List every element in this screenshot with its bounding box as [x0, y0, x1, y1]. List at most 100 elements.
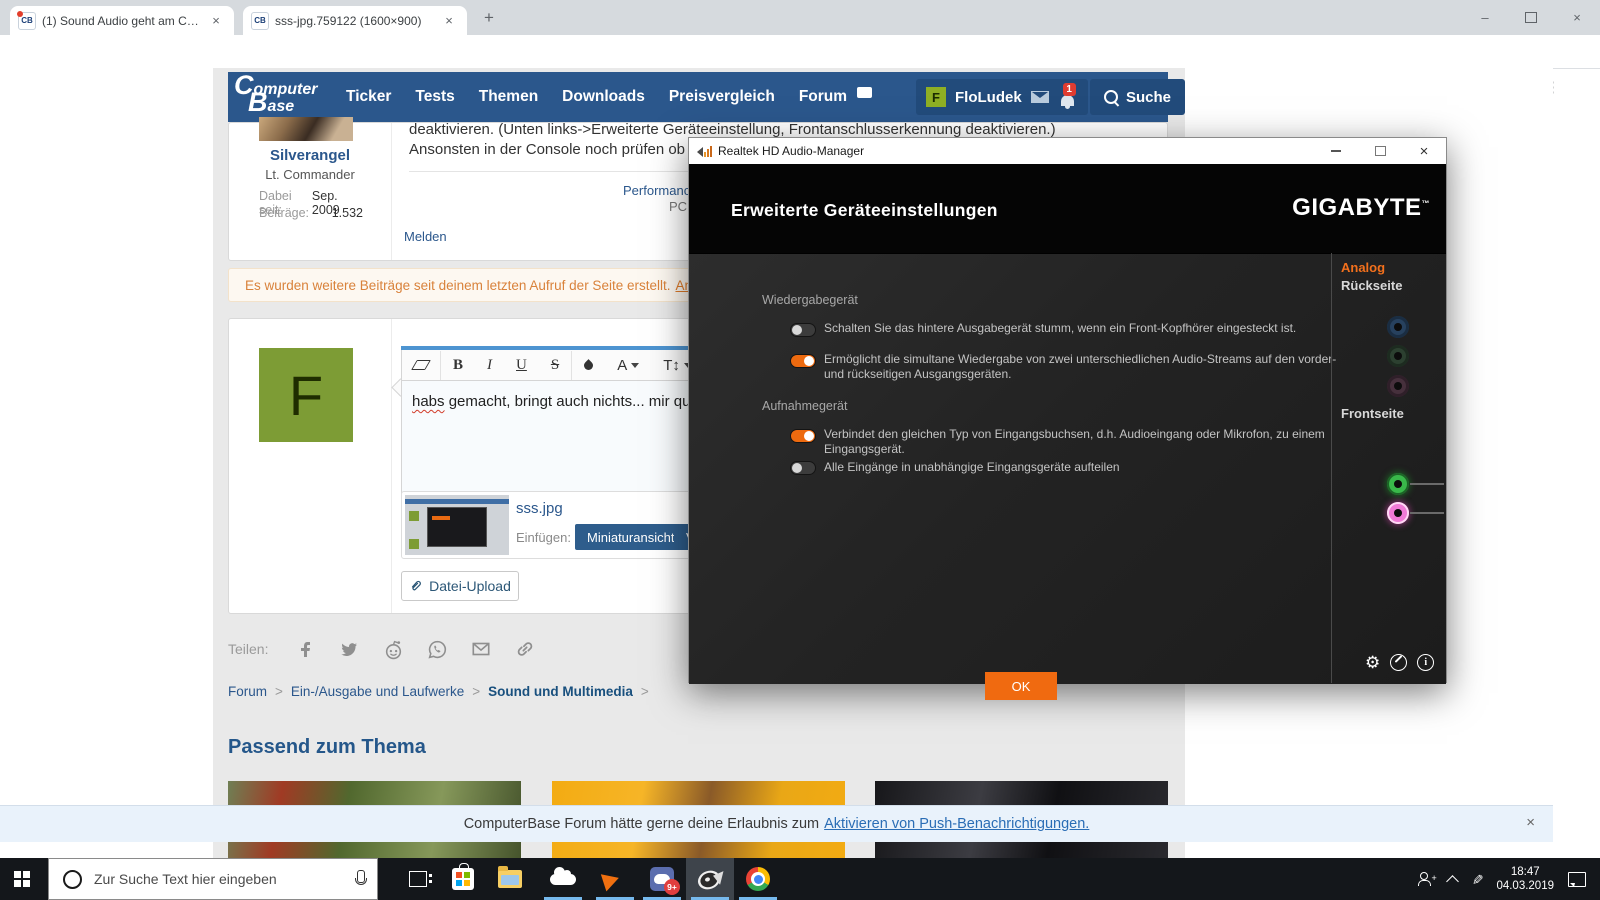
facebook-icon[interactable] — [294, 638, 316, 660]
taskbar-clock[interactable]: 18:47 04.03.2019 — [1496, 865, 1554, 893]
tray-chevron-up-icon[interactable] — [1445, 874, 1459, 888]
breadcrumb: Forum > Ein-/Ausgabe und Laufwerke > Sou… — [228, 684, 649, 699]
merge-inputs-toggle[interactable] — [790, 429, 816, 443]
speaker-app-icon — [697, 145, 712, 158]
tab-close-icon[interactable]: × — [441, 13, 457, 28]
rear-mic-jack-icon[interactable] — [1387, 375, 1409, 397]
computerbase-logo[interactable]: Computer Base — [234, 70, 318, 117]
mute-rear-toggle[interactable] — [790, 323, 816, 337]
post-text-line1: deaktivieren. (Unten links->Erweiterte G… — [409, 121, 1056, 138]
remove-format-button[interactable] — [402, 360, 440, 370]
start-button[interactable] — [14, 871, 30, 887]
microphone-icon[interactable] — [355, 870, 367, 885]
task-view-button[interactable] — [394, 858, 442, 900]
nav-item-forum[interactable]: Forum — [799, 88, 847, 106]
report-link[interactable]: Melden — [404, 229, 447, 244]
email-icon[interactable] — [470, 638, 492, 660]
enable-push-link[interactable]: Aktivieren von Push-Benachrichtigungen. — [824, 816, 1089, 832]
rear-linein-jack-icon[interactable] — [1387, 316, 1409, 338]
info-icon[interactable] — [1417, 654, 1435, 671]
strikethrough-button[interactable]: S — [539, 357, 571, 374]
file-explorer-button[interactable] — [486, 858, 534, 900]
site-search-button[interactable]: Suche — [1090, 79, 1186, 115]
user-menu[interactable]: F FloLudek 1 — [916, 79, 1088, 115]
rear-lineout-jack-icon[interactable] — [1387, 345, 1409, 367]
whatsapp-icon[interactable] — [426, 638, 448, 660]
underline-button[interactable]: U — [504, 357, 539, 374]
people-icon[interactable]: + — [1417, 872, 1437, 886]
attachment-filename[interactable]: sss.jpg — [516, 500, 563, 517]
browser-tabstrip: CB (1) Sound Audio geht am Compu × CB ss… — [0, 0, 1600, 35]
onedrive-button[interactable] — [539, 858, 587, 900]
tab-close-icon[interactable]: × — [208, 13, 224, 28]
browser-tab-1[interactable]: CB (1) Sound Audio geht am Compu × — [10, 6, 234, 35]
breadcrumb-current[interactable]: Sound und Multimedia — [488, 684, 633, 699]
discord-badge: 9+ — [664, 879, 680, 895]
breadcrumb-forum[interactable]: Forum — [228, 684, 267, 699]
author-rank: Lt. Commander — [265, 167, 355, 182]
notifications-button[interactable]: 1 — [1058, 83, 1078, 109]
nav-item-ticker[interactable]: Ticker — [346, 88, 391, 106]
action-center-icon[interactable] — [1568, 871, 1586, 887]
merge-inputs-label: Verbindet den gleichen Typ von Eingangsb… — [824, 427, 1325, 456]
realtek-dialog-body: Wiedergabegerät Schalten Sie das hintere… — [689, 253, 1446, 700]
nav-item-preisvergleich[interactable]: Preisvergleich — [669, 88, 775, 106]
taskbar-search[interactable]: Zur Suche Text hier eingeben — [48, 858, 378, 900]
reddit-icon[interactable] — [382, 638, 404, 660]
loudspeaker-icon — [695, 867, 724, 893]
ink-pen-icon[interactable]: ✎ — [1468, 873, 1485, 885]
author-avatar[interactable] — [259, 117, 353, 141]
maximize-icon[interactable] — [1508, 0, 1554, 35]
minimize-icon[interactable]: – — [1462, 0, 1508, 35]
analog-tab-label[interactable]: Analog — [1341, 260, 1385, 275]
computerbase-favicon: CB — [17, 10, 36, 30]
realtek-minimize-icon[interactable] — [1314, 138, 1358, 164]
nav-item-themen[interactable]: Themen — [479, 88, 538, 106]
signature-line1[interactable]: Performance — [623, 183, 697, 198]
author-name[interactable]: Silverangel — [229, 147, 391, 164]
bell-icon — [1060, 95, 1074, 109]
twitter-icon[interactable] — [338, 638, 360, 660]
system-tray: + ✎ 18:47 04.03.2019 — [1417, 858, 1600, 900]
taskbar-search-placeholder: Zur Suche Text hier eingeben — [94, 871, 277, 887]
new-tab-button[interactable]: + — [484, 8, 494, 28]
posts-value: 1.532 — [331, 206, 363, 220]
close-icon[interactable]: × — [1554, 0, 1600, 35]
nav-item-tests[interactable]: Tests — [415, 88, 454, 106]
file-upload-button[interactable]: Datei-Upload — [401, 571, 519, 601]
text-color-button[interactable] — [572, 358, 605, 372]
mute-rear-label: Schalten Sie das hintere Ausgabegerät st… — [824, 321, 1297, 335]
italic-button[interactable]: I — [475, 357, 504, 374]
droplet-icon — [582, 358, 596, 372]
computerbase-favicon: CB — [251, 11, 269, 30]
ok-button[interactable]: OK — [985, 672, 1057, 700]
front-mic-jack-icon[interactable] — [1387, 502, 1409, 524]
breadcrumb-category[interactable]: Ein-/Ausgabe und Laufwerke — [291, 684, 464, 699]
app-button-orange[interactable] — [591, 858, 639, 900]
nav-item-downloads[interactable]: Downloads — [562, 88, 645, 106]
simultaneous-playback-toggle[interactable] — [790, 354, 816, 368]
realtek-titlebar[interactable]: Realtek HD Audio-Manager × — [689, 138, 1446, 164]
thumbnail-insert-button[interactable]: Miniaturansicht — [575, 524, 687, 550]
browser-toolbar: ← → ↻ https://www.computerbase.de/forum/… — [0, 35, 1600, 99]
realtek-taskbar-button[interactable] — [686, 858, 734, 900]
realtek-close-icon[interactable]: × — [1402, 138, 1446, 164]
bold-button[interactable]: B — [441, 357, 475, 374]
chrome-button[interactable] — [734, 858, 782, 900]
wrench-icon[interactable] — [1390, 654, 1408, 671]
banner-close-icon[interactable]: × — [1526, 814, 1535, 831]
messages-icon[interactable] — [1030, 91, 1049, 103]
realtek-audio-manager-window: Realtek HD Audio-Manager × Erweiterte Ge… — [688, 137, 1447, 700]
settings-gear-icon[interactable]: ⚙ — [1365, 654, 1380, 671]
realtek-dialog-header: Erweiterte Geräteeinstellungen GIGABYTE™ — [689, 164, 1446, 253]
microsoft-store-button[interactable] — [439, 858, 487, 900]
browser-tab-2[interactable]: CB sss-jpg.759122 (1600×900) × — [243, 6, 467, 35]
chrome-icon — [746, 867, 770, 891]
permalink-icon[interactable] — [514, 638, 536, 660]
realtek-maximize-icon[interactable] — [1358, 138, 1402, 164]
discord-button[interactable]: 9+ — [638, 858, 686, 900]
front-headphone-jack-icon[interactable] — [1387, 473, 1409, 495]
separate-inputs-toggle[interactable] — [790, 461, 816, 475]
attachment-thumbnail[interactable] — [405, 495, 509, 555]
font-family-button[interactable]: A — [605, 357, 651, 374]
